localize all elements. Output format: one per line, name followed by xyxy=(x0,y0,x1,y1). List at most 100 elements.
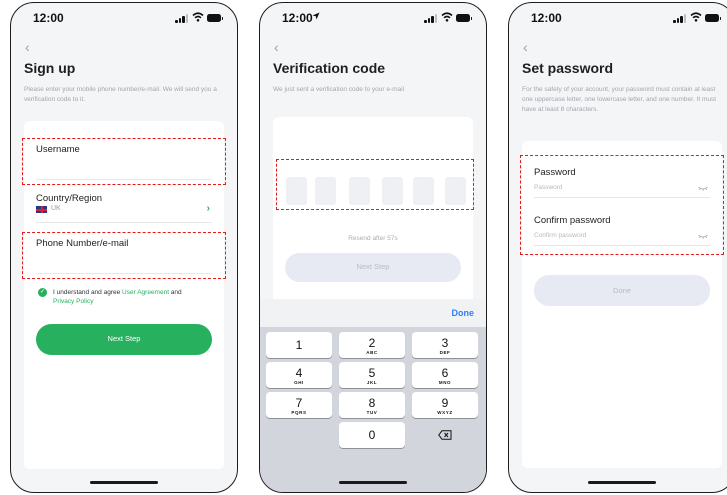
code-digit-box[interactable] xyxy=(413,177,434,205)
resend-countdown: Resend after 57s xyxy=(348,235,398,242)
agree-and: and xyxy=(169,289,182,296)
agree-prefix: I understand and agree xyxy=(53,289,123,296)
signal-icon xyxy=(175,14,189,23)
code-digit-box[interactable] xyxy=(445,177,466,205)
confirm-password-label: Confirm password xyxy=(534,215,611,226)
password-input[interactable]: Password xyxy=(534,184,563,191)
page-title: Verification code xyxy=(273,60,386,76)
key-letters: GHI xyxy=(294,380,304,385)
confirm-password-underline xyxy=(534,245,710,246)
signal-icon xyxy=(673,14,687,23)
phone-signup-screen: 12:00 ‹ Sign up Please enter your mobile… xyxy=(10,2,238,493)
status-bar: 12:00 xyxy=(260,3,486,31)
eye-closed-icon[interactable] xyxy=(698,234,708,240)
key-3[interactable]: 3 DEF xyxy=(412,332,478,358)
key-letters: JKL xyxy=(366,380,378,385)
next-step-button[interactable]: Next Step xyxy=(285,253,461,282)
wifi-icon xyxy=(441,12,453,22)
status-icons xyxy=(673,12,721,23)
confirm-password-input[interactable]: Confirm password xyxy=(534,232,586,239)
phone-input[interactable] xyxy=(36,273,212,274)
status-bar: 12:00 xyxy=(509,3,727,31)
password-underline xyxy=(534,197,710,198)
password-form-card: Password Password Confirm password Confi… xyxy=(520,141,724,468)
home-indicator xyxy=(339,481,407,484)
password-label: Password xyxy=(534,167,576,178)
home-indicator xyxy=(588,481,656,484)
key-digit: 8 xyxy=(368,396,376,410)
signal-icon xyxy=(424,14,438,23)
battery-icon xyxy=(456,14,472,22)
code-digit-box[interactable] xyxy=(349,177,370,205)
country-divider xyxy=(36,222,212,223)
backspace-icon xyxy=(438,430,452,440)
phone-set-password-screen: 12:00 ‹ Set password For the safety of y… xyxy=(508,2,727,493)
home-indicator xyxy=(90,481,158,484)
battery-icon xyxy=(207,14,223,22)
uk-flag-icon xyxy=(36,206,47,213)
key-letters: WXYZ xyxy=(437,410,453,415)
page-description: For the safety of your account, your pas… xyxy=(522,86,717,113)
key-9[interactable]: 9 WXYZ xyxy=(412,392,478,418)
key-letters: ABC xyxy=(366,350,378,355)
key-digit: 9 xyxy=(441,396,449,410)
key-digit: 2 xyxy=(368,336,376,350)
page-description: Please enter your mobile phone number/e-… xyxy=(24,86,217,103)
checkbox-checked-icon[interactable]: ✓ xyxy=(38,288,47,297)
code-digit-box[interactable] xyxy=(315,177,336,205)
chevron-left-icon[interactable]: ‹ xyxy=(25,39,30,55)
battery-icon xyxy=(705,14,721,22)
status-time: 12:00 xyxy=(531,11,562,25)
next-step-button[interactable]: Next Step xyxy=(36,324,212,355)
country-select[interactable]: UK › xyxy=(36,203,212,217)
key-8[interactable]: 8 TUV xyxy=(339,392,405,418)
key-digit: 1 xyxy=(295,338,303,352)
user-agreement-link[interactable]: User Agreement xyxy=(122,289,169,296)
wifi-icon xyxy=(192,12,204,22)
keyboard-done-button[interactable]: Done xyxy=(452,308,475,318)
key-letters: DEF xyxy=(439,350,451,355)
key-digit: 5 xyxy=(368,366,376,380)
page-title: Sign up xyxy=(24,60,76,76)
key-digit: 7 xyxy=(295,396,303,410)
status-icons xyxy=(175,12,223,23)
key-digit: 4 xyxy=(295,366,303,380)
key-letters: TUV xyxy=(366,410,378,415)
page-title: Set password xyxy=(522,60,614,76)
numeric-keyboard: Done 1 2 ABC 3 DEF 4 GHI 5 JKL 6 MNO 7 PQRS 8T… xyxy=(260,299,486,492)
username-input[interactable] xyxy=(36,179,212,180)
key-letters: PQRS xyxy=(291,410,307,415)
phone-verification-screen: 12:00 ‹ Verification code We just sent a… xyxy=(259,2,487,493)
wifi-icon xyxy=(690,12,702,22)
key-6[interactable]: 6 MNO xyxy=(412,362,478,388)
code-digit-box[interactable] xyxy=(286,177,307,205)
status-time: 12:00 xyxy=(282,11,313,25)
chevron-left-icon[interactable]: ‹ xyxy=(274,39,279,55)
chevron-left-icon[interactable]: ‹ xyxy=(523,39,528,55)
key-0[interactable]: 0 xyxy=(339,422,405,448)
key-digit: 6 xyxy=(441,366,449,380)
done-button[interactable]: Done xyxy=(534,275,710,306)
key-4[interactable]: 4 GHI xyxy=(266,362,332,388)
key-digit: 0 xyxy=(368,428,376,442)
key-5[interactable]: 5 JKL xyxy=(339,362,405,388)
chevron-right-icon: › xyxy=(206,203,210,214)
status-time: 12:00 xyxy=(33,11,64,25)
username-label: Username xyxy=(36,144,80,155)
backspace-key[interactable] xyxy=(412,422,478,448)
code-digit-box[interactable] xyxy=(382,177,403,205)
status-bar: 12:00 xyxy=(11,3,237,31)
page-description: We just sent a verification code to your… xyxy=(273,86,405,93)
status-icons xyxy=(424,12,472,23)
key-letters: MNO xyxy=(438,380,452,385)
privacy-policy-link[interactable]: Privacy Policy xyxy=(53,298,93,305)
eye-closed-icon[interactable] xyxy=(698,186,708,192)
key-1[interactable]: 1 xyxy=(266,332,332,358)
location-arrow-icon xyxy=(312,12,320,20)
key-7[interactable]: 7 PQRS xyxy=(266,392,332,418)
phone-label: Phone Number/e-mail xyxy=(36,238,129,249)
key-2[interactable]: 2 ABC xyxy=(339,332,405,358)
key-digit: 3 xyxy=(441,336,449,350)
country-value: UK xyxy=(51,205,61,212)
signup-form-card: Username Country/Region UK › Phone Numbe… xyxy=(22,121,226,469)
